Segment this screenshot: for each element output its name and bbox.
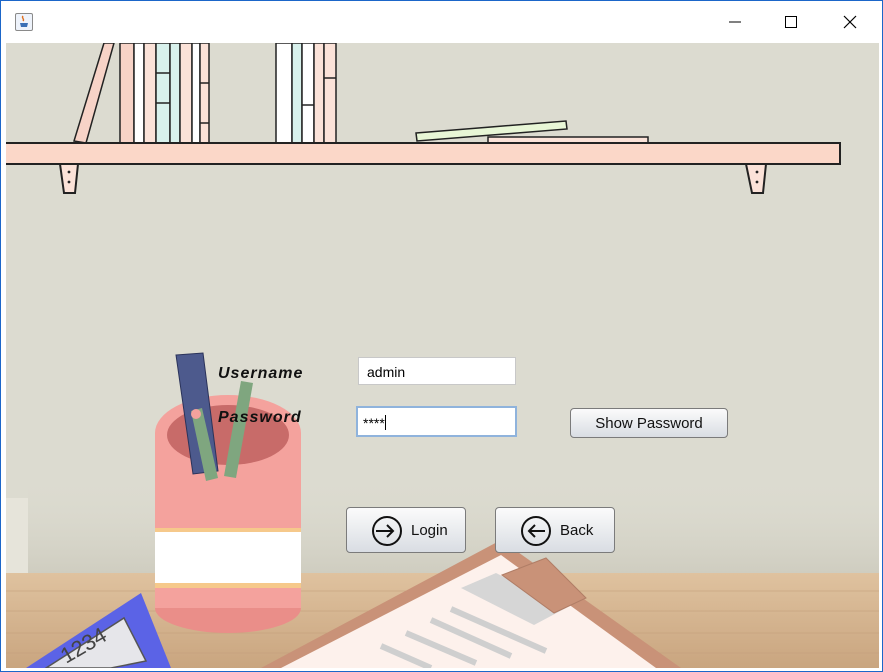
minimize-button[interactable]: [706, 1, 764, 43]
login-label: Login: [411, 522, 448, 539]
password-label: Password: [218, 409, 302, 426]
close-icon: [843, 15, 857, 29]
show-password-button[interactable]: Show Password: [570, 408, 728, 438]
maximize-button[interactable]: [762, 1, 820, 43]
back-label: Back: [560, 522, 594, 539]
login-icon: [372, 516, 402, 546]
back-arrow-icon: [521, 516, 551, 546]
username-label: Username: [218, 365, 304, 382]
background-illustration: 1234: [6, 43, 879, 668]
username-value: admin: [367, 364, 406, 380]
username-field[interactable]: admin: [358, 357, 516, 385]
back-button[interactable]: Back: [495, 507, 615, 553]
app-window: 1234 Username Password admin **** Show P…: [0, 0, 883, 672]
login-button[interactable]: Login: [346, 507, 466, 553]
java-cup-icon[interactable]: [15, 13, 33, 31]
close-button[interactable]: [821, 1, 879, 43]
show-password-label: Show Password: [595, 415, 703, 432]
password-value: ****: [363, 415, 385, 431]
text-caret: [384, 415, 386, 430]
maximize-icon: [785, 16, 797, 28]
password-field[interactable]: ****: [356, 406, 517, 437]
minimize-icon: [729, 21, 741, 23]
title-bar: [1, 1, 882, 43]
client-area: 1234 Username Password admin **** Show P…: [6, 43, 879, 668]
